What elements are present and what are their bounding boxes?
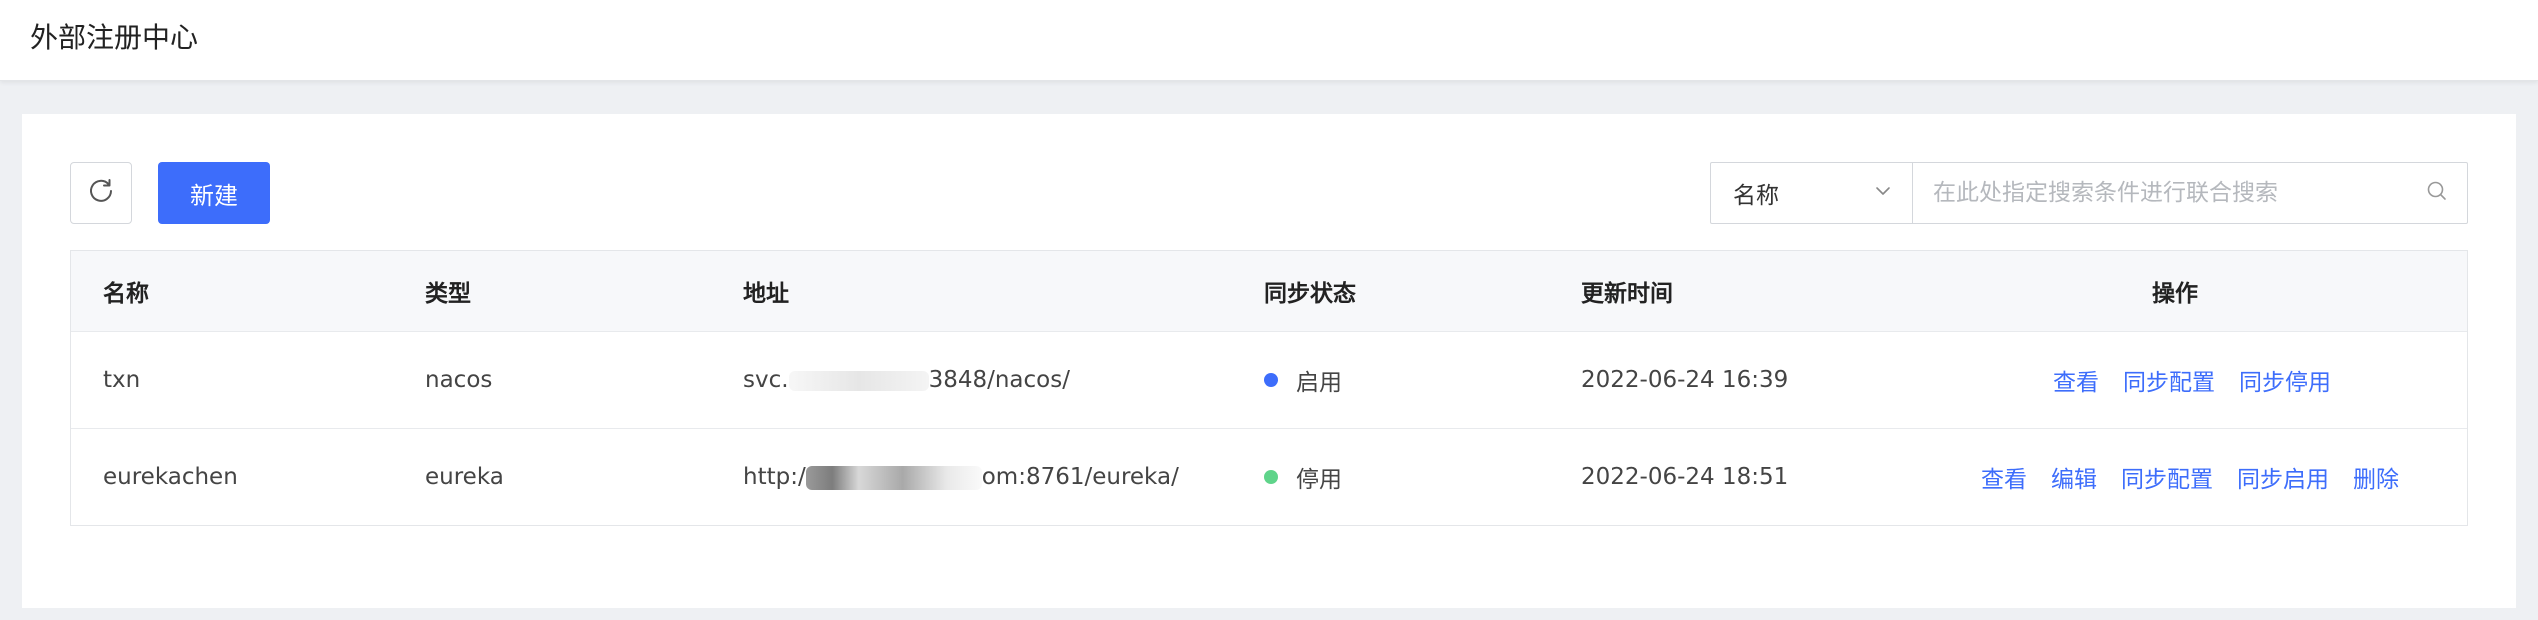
status-dot — [1264, 373, 1278, 387]
top-bar: 外部注册中心 — [0, 0, 2538, 81]
search-field-value: 名称 — [1733, 183, 1779, 209]
row-type: nacos — [425, 367, 493, 393]
search-input[interactable] — [1913, 163, 2407, 223]
address-suffix: om:8761/eureka/ — [981, 464, 1179, 490]
column-header-name: 名称 — [103, 281, 149, 307]
search-button[interactable] — [2407, 163, 2467, 223]
row-actions: 查看 编辑 同步配置 同步启用 删除 — [1981, 460, 2399, 494]
address-prefix: http:/ — [743, 464, 806, 490]
chevron-down-icon — [1874, 180, 1892, 206]
row-updated: 2022-06-24 16:39 — [1581, 367, 1789, 393]
row-sync-status: 启用 — [1264, 363, 1342, 397]
delete-link[interactable]: 删除 — [2353, 460, 2399, 494]
row-address: svc. 3848/nacos/ — [743, 367, 1070, 393]
status-text: 停用 — [1296, 467, 1342, 493]
sync-config-link[interactable]: 同步配置 — [2123, 363, 2215, 397]
refresh-icon — [87, 177, 115, 209]
column-header-address: 地址 — [743, 281, 789, 307]
address-suffix: 3848/nacos/ — [928, 367, 1070, 393]
column-header-updated: 更新时间 — [1581, 281, 1673, 307]
row-type: eureka — [425, 464, 504, 490]
column-header-type: 类型 — [425, 281, 471, 307]
search-field-select[interactable]: 名称 — [1711, 163, 1913, 223]
sync-disable-link[interactable]: 同步停用 — [2239, 363, 2331, 397]
status-dot — [1264, 470, 1278, 484]
view-link[interactable]: 查看 — [1981, 460, 2027, 494]
page-title: 外部注册中心 — [30, 21, 199, 54]
new-button[interactable]: 新建 — [158, 162, 270, 224]
row-updated: 2022-06-24 18:51 — [1581, 464, 1789, 490]
sync-enable-link[interactable]: 同步启用 — [2237, 460, 2329, 494]
row-name: txn — [103, 367, 141, 393]
status-text: 启用 — [1296, 370, 1342, 396]
row-address: http:/ om:8761/eureka/ — [743, 464, 1179, 490]
table-header-row: 名称 类型 地址 同步状态 更新时间 操作 — [71, 251, 2467, 331]
content-card: 新建 名称 名称 类型 地址 同步状态 更新时间 操作 txn nacos sv… — [22, 114, 2516, 608]
redacted-blur — [805, 465, 982, 490]
address-prefix: svc. — [743, 367, 789, 393]
view-link[interactable]: 查看 — [2053, 363, 2099, 397]
redacted-blur — [788, 370, 929, 391]
table-row: txn nacos svc. 3848/nacos/ 启用 2022-06-24 … — [71, 331, 2467, 428]
row-sync-status: 停用 — [1264, 460, 1342, 494]
search-bar: 名称 — [1710, 162, 2468, 224]
sync-config-link[interactable]: 同步配置 — [2121, 460, 2213, 494]
column-header-sync-status: 同步状态 — [1264, 281, 1356, 307]
refresh-button[interactable] — [70, 162, 132, 224]
row-name: eurekachen — [103, 464, 238, 490]
row-actions: 查看 同步配置 同步停用 — [2053, 363, 2331, 397]
registry-table: 名称 类型 地址 同步状态 更新时间 操作 txn nacos svc. 3848… — [70, 250, 2468, 526]
search-icon — [2426, 180, 2448, 206]
table-row: eurekachen eureka http:/om:8761/eureka/ … — [71, 428, 2467, 525]
edit-link[interactable]: 编辑 — [2051, 460, 2097, 494]
column-header-actions: 操作 — [2152, 281, 2198, 307]
